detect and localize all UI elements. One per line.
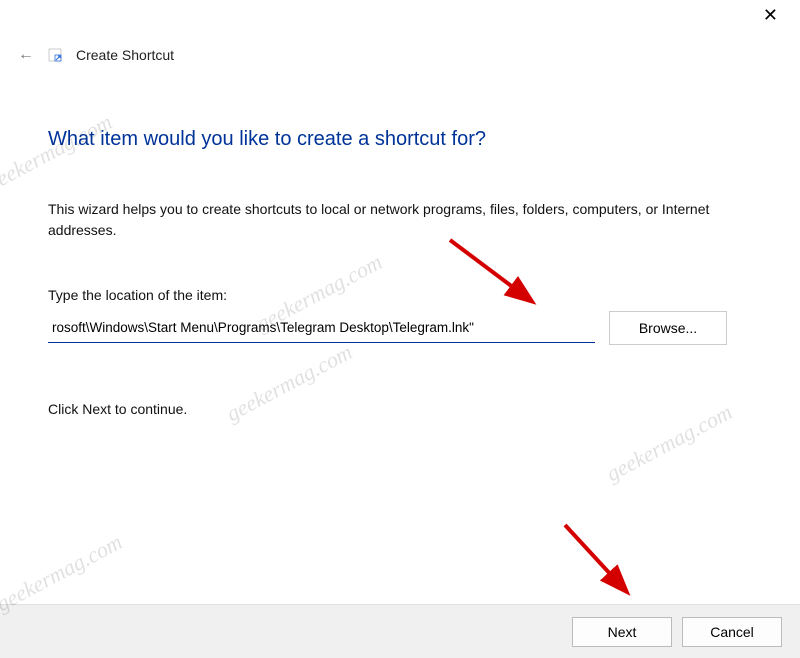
location-row: Browse... [48, 311, 752, 345]
dialog-content: What item would you like to create a sho… [0, 70, 800, 417]
create-shortcut-dialog: ✕ ← Create Shortcut What item would you … [0, 0, 800, 658]
next-button[interactable]: Next [572, 617, 672, 647]
location-input[interactable] [48, 313, 595, 343]
dialog-title: Create Shortcut [76, 47, 174, 63]
wizard-description: This wizard helps you to create shortcut… [48, 199, 748, 241]
location-label: Type the location of the item: [48, 287, 752, 303]
browse-button[interactable]: Browse... [609, 311, 727, 345]
close-icon[interactable]: ✕ [753, 4, 788, 26]
shortcut-icon [48, 48, 62, 62]
back-arrow-icon[interactable]: ← [18, 47, 34, 63]
annotation-arrow-icon [555, 515, 645, 605]
page-heading: What item would you like to create a sho… [48, 128, 752, 151]
titlebar: ✕ [0, 0, 800, 40]
dialog-footer: Next Cancel [0, 604, 800, 658]
continue-instruction: Click Next to continue. [48, 401, 752, 417]
cancel-button[interactable]: Cancel [682, 617, 782, 647]
dialog-header: ← Create Shortcut [0, 40, 800, 70]
